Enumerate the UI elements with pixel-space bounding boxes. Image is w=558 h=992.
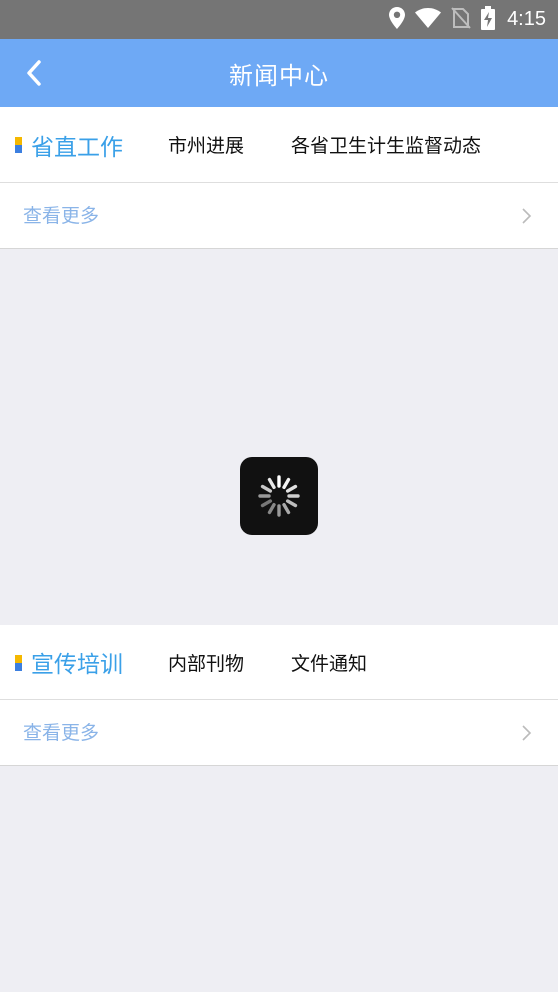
tab-document-notices[interactable]: 文件通知 [291,649,367,676]
battery-charging-icon [481,5,496,34]
app-bar: 新闻中心 [0,39,558,107]
view-more-label: 查看更多 [23,722,100,744]
tab-internal-publications[interactable]: 内部刊物 [168,649,244,676]
wifi-icon [415,7,442,32]
news-section-2: 宣传培训 内部刊物 文件通知 查看更多 [0,625,558,766]
view-more-row[interactable]: 查看更多 [0,700,558,766]
tab-provincial-supervision[interactable]: 各省卫生计生监督动态 [291,131,481,158]
no-sim-icon [451,6,471,33]
tab-city-progress[interactable]: 市州进展 [168,131,244,158]
view-more-label: 查看更多 [23,205,100,227]
tab-bar: 宣传培训 内部刊物 文件通知 [0,625,558,700]
clock: 4:15 [507,8,546,30]
tab-publicity-training[interactable]: 宣传培训 [31,645,123,679]
section-marker [15,137,22,153]
tab-bar: 省直工作 市州进展 各省卫生计生监督动态 [0,107,558,183]
location-icon [389,6,406,33]
tab-provincial-work[interactable]: 省直工作 [31,128,123,162]
chevron-right-icon [520,724,534,742]
spinner-icon [258,475,300,517]
news-section-1: 省直工作 市州进展 各省卫生计生监督动态 查看更多 [0,107,558,249]
page-title: 新闻中心 [229,61,329,90]
view-more-row[interactable]: 查看更多 [0,183,558,249]
loading-spinner [240,457,318,535]
section-marker [15,655,22,671]
chevron-right-icon [520,207,534,225]
status-bar: 4:15 [0,0,558,39]
